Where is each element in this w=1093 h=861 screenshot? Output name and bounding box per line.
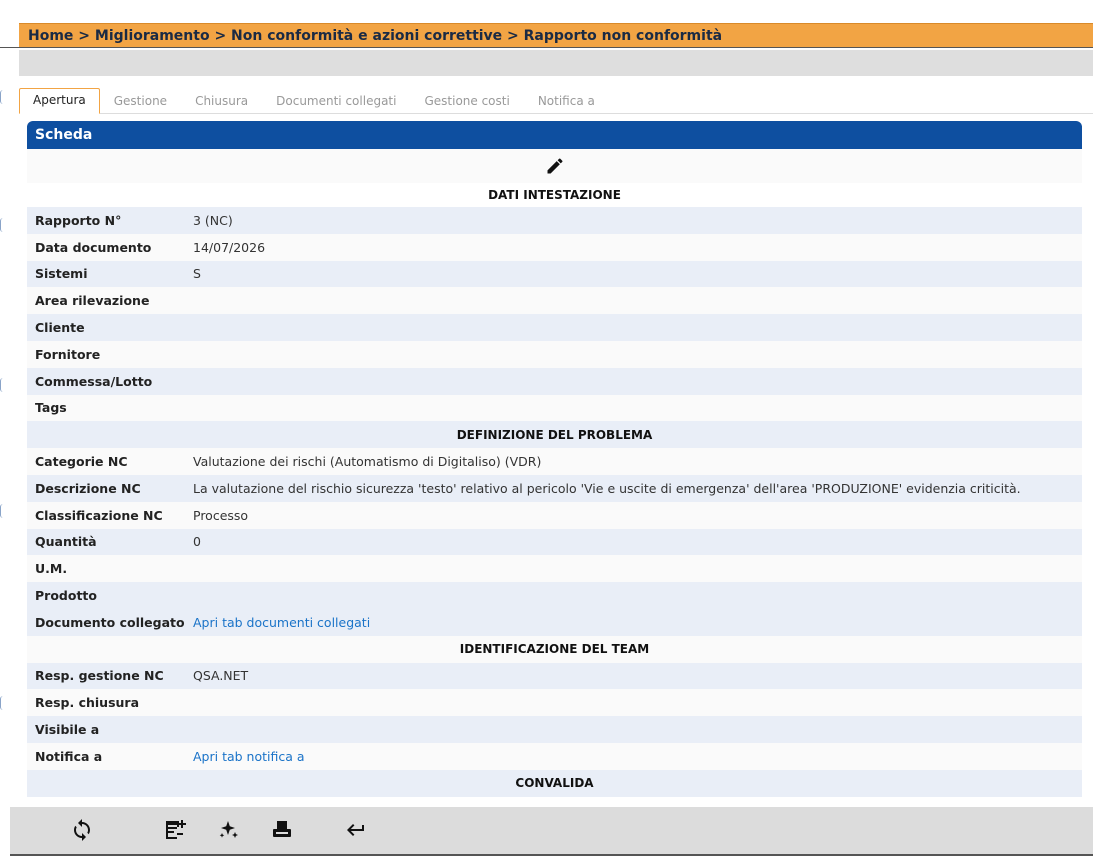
field-row-cliente: Cliente [27,314,1082,341]
section-definizione-problema: DEFINIZIONE DEL PROBLEMA [27,421,1082,449]
edit-row [27,149,1082,183]
footer-toolbar [10,807,1093,856]
field-row-commessa-lotto: Commessa/Lotto [27,367,1082,395]
field-value: 14/07/2026 [193,239,266,255]
field-label: Classificazione NC [35,507,163,523]
section-convalida: CONVALIDA [27,769,1082,797]
pencil-icon[interactable] [545,156,565,176]
left-edge-markers [0,80,4,720]
field-row-area-rilevazione: Area rilevazione [27,287,1082,315]
field-row-data-documento: Data documento 14/07/2026 [27,233,1082,261]
tab-gestione[interactable]: Gestione [100,94,181,113]
field-value: 3 (NC) [193,212,233,228]
field-label: Quantità [35,534,97,550]
field-row-tags: Tags [27,394,1082,422]
field-label: Data documento [35,239,152,255]
field-row-documento-collegato: Documento collegato Apri tab documenti c… [27,608,1082,636]
field-value: S [193,266,201,282]
field-row-descrizione-nc: Descrizione NC La valutazione del rischi… [27,474,1082,502]
field-value: Processo [193,507,249,523]
field-row-classificazione-nc: Classificazione NC Processo [27,501,1082,529]
section-identificazione-team: IDENTIFICAZIONE DEL TEAM [27,635,1082,663]
sparkle-icon[interactable] [216,817,242,843]
tab-notifica-a[interactable]: Notifica a [524,94,609,113]
field-label: Documento collegato [35,614,185,630]
field-label: Visibile a [35,722,100,738]
field-label: Area rilevazione [35,293,150,309]
panel-title: Scheda [27,121,1082,149]
field-value: QSA.NET [193,668,249,684]
field-row-rapporto: Rapporto N° 3 (NC) [27,207,1082,234]
field-label: Sistemi [35,266,88,282]
field-value: La valutazione del rischio sicurezza 'te… [193,480,1021,496]
field-label: Categorie NC [35,454,128,470]
return-icon[interactable] [342,817,368,843]
field-row-fornitore: Fornitore [27,340,1082,368]
field-row-notifica-a: Notifica a Apri tab notifica a [27,742,1082,770]
tab-chiusura[interactable]: Chiusura [181,94,262,113]
field-label: Cliente [35,320,85,336]
field-row-categorie-nc: Categorie NC Valutazione dei rischi (Aut… [27,448,1082,475]
field-label: Rapporto N° [35,212,122,228]
breadcrumb[interactable]: Home > Miglioramento > Non conformità e … [19,23,1093,47]
field-label: U.M. [35,561,68,577]
field-row-quantita: Quantità 0 [27,528,1082,556]
print-icon[interactable] [269,817,295,843]
tab-bar: Apertura Gestione Chiusura Documenti col… [19,87,1093,114]
tab-documenti-collegati[interactable]: Documenti collegati [262,94,410,113]
field-label: Resp. chiusura [35,695,140,711]
field-label: Resp. gestione NC [35,668,164,684]
field-label: Prodotto [35,588,97,604]
field-label: Fornitore [35,346,101,362]
section-dati-intestazione: DATI INTESTAZIONE [488,188,621,202]
field-label: Notifica a [35,748,103,764]
add-note-icon[interactable] [162,817,188,843]
panel-body: DATI INTESTAZIONE Rapporto N° 3 (NC) Dat… [27,149,1082,797]
field-row-sistemi: Sistemi S [27,260,1082,288]
link-documenti-collegati[interactable]: Apri tab documenti collegati [193,615,1082,630]
tab-apertura[interactable]: Apertura [19,88,100,114]
field-row-visibile-a: Visibile a [27,716,1082,743]
field-label: Tags [35,400,67,416]
link-notifica-a[interactable]: Apri tab notifica a [193,749,1082,764]
field-label: Descrizione NC [35,480,141,496]
field-label: Commessa/Lotto [35,373,153,389]
header-divider [0,47,1093,48]
field-row-um: U.M. [27,555,1082,583]
field-row-prodotto: Prodotto [27,582,1082,609]
refresh-icon[interactable] [69,817,95,843]
field-value: Valutazione dei rischi (Automatismo di D… [193,454,542,470]
field-row-resp-gestione: Resp. gestione NC QSA.NET [27,662,1082,690]
field-value: 0 [193,534,201,550]
tab-gestione-costi[interactable]: Gestione costi [410,94,523,113]
field-row-resp-chiusura: Resp. chiusura [27,689,1082,717]
toolbar-strip [19,50,1093,76]
